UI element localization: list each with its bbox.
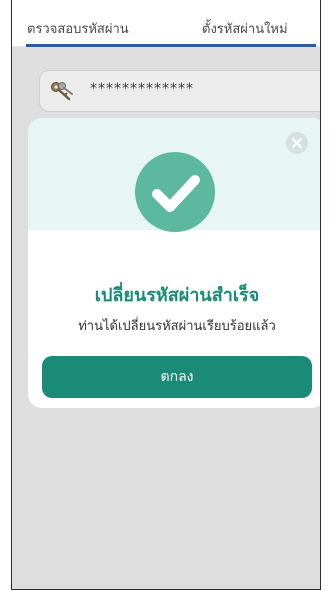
close-button[interactable]	[286, 132, 308, 154]
phone-screen: ตรวจสอบรหัสผ่าน ตั้งรหัสผ่านใหม่ *******…	[11, 0, 321, 590]
tab-check-password[interactable]: ตรวจสอบรหัสผ่าน	[27, 18, 129, 39]
close-icon	[292, 138, 302, 148]
dialog-message: ท่านได้เปลี่ยนรหัสผ่านเรียบร้อยแล้ว	[78, 319, 276, 334]
success-dialog: เปลี่ยนรหัสผ่านสำเร็จ ท่านได้เปลี่ยนรหัส…	[28, 118, 320, 408]
password-field[interactable]: *************	[39, 70, 320, 112]
key-icon	[50, 81, 74, 101]
dialog-title: เปลี่ยนรหัสผ่านสำเร็จ	[94, 285, 260, 306]
password-masked-value: *************	[90, 81, 194, 97]
tab-set-new-password[interactable]: ตั้งรหัสผ่านใหม่	[202, 18, 288, 39]
check-circle-icon	[135, 152, 215, 232]
tab-bar: ตรวจสอบรหัสผ่าน ตั้งรหัสผ่านใหม่	[12, 0, 320, 47]
ok-button[interactable]: ตกลง	[42, 356, 312, 398]
